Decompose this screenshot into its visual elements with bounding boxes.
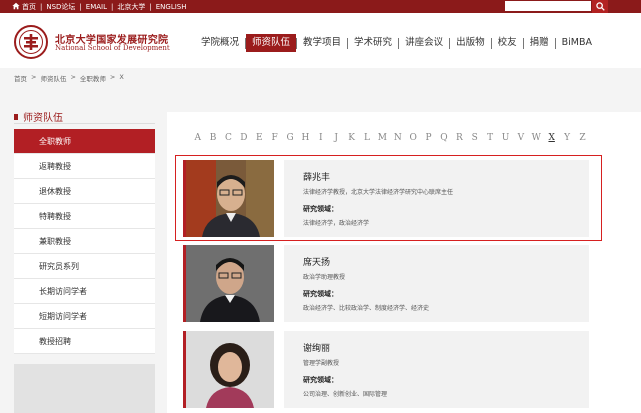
nav-research[interactable]: 学术研究 [348, 34, 398, 52]
faculty-info: 席天扬 政治学助理教授 研究领域： 政治经济学、比较政治学、制度经济学、经济史 [284, 245, 589, 322]
top-bar: 首页 | NSD论坛 | EMAIL | 北京大学 | ENGLISH [0, 0, 641, 13]
faculty-name[interactable]: 薛兆丰 [303, 170, 589, 183]
alpha-letter[interactable]: J [329, 133, 344, 143]
nav-events[interactable]: 讲座会议 [399, 34, 449, 52]
research-field-label: 研究领域： [303, 205, 338, 213]
alpha-letter[interactable]: I [313, 133, 328, 143]
alpha-letter[interactable]: K [344, 133, 359, 143]
sidebar-panel [14, 364, 155, 413]
alpha-letter[interactable]: W [529, 133, 544, 143]
alpha-letter[interactable]: A [190, 133, 205, 143]
faculty-info: 薛兆丰 法律经济学教授，北京大学法律经济学研究中心联席主任 研究领域： 法律经济… [284, 160, 589, 237]
faculty-photo[interactable] [186, 245, 274, 322]
site-header: 北京大学国家发展研究院 National School of Developme… [0, 13, 641, 68]
sidebar-item-short-visiting[interactable]: 短期访问学者 [14, 304, 155, 329]
sidebar-item-distinguished[interactable]: 特聘教授 [14, 204, 155, 229]
alpha-letter[interactable]: V [513, 133, 528, 143]
sidebar-item-researchers[interactable]: 研究员系列 [14, 254, 155, 279]
nav-publications[interactable]: 出版物 [450, 34, 491, 52]
sidebar-menu: 全职教师 返聘教授 退休教授 特聘教授 兼职教授 研究员系列 长期访问学者 短期… [14, 129, 155, 354]
alpha-letter[interactable]: T [482, 133, 497, 143]
alpha-letter[interactable]: O [405, 133, 420, 143]
breadcrumb-letter: X [119, 73, 124, 81]
faculty-photo[interactable] [186, 160, 274, 237]
sidebar-title: 师资队伍 [14, 109, 63, 124]
faculty-card[interactable]: 席天扬 政治学助理教授 研究领域： 政治经济学、比较政治学、制度经济学、经济史 [183, 245, 589, 322]
alpha-letter[interactable]: G [282, 133, 297, 143]
top-link-pku[interactable]: 北京大学 [117, 2, 145, 12]
home-icon[interactable] [12, 2, 20, 10]
research-field-label: 研究领域： [303, 290, 338, 298]
breadcrumb-separator: > [109, 73, 116, 81]
alpha-letter[interactable]: H [298, 133, 313, 143]
faculty-title: 管理学副教授 [303, 360, 340, 367]
sidebar-item-adjunct[interactable]: 兼职教授 [14, 229, 155, 254]
alpha-letter[interactable]: Z [575, 133, 590, 143]
alpha-letter[interactable]: M [375, 133, 390, 143]
research-field: 公司治理、创新创业、国际管理 [303, 391, 388, 398]
top-link-home[interactable]: 首页 [22, 2, 36, 12]
nav-programs[interactable]: 教学项目 [297, 34, 347, 52]
alpha-letter[interactable]: S [467, 133, 482, 143]
sidebar-item-rehired[interactable]: 返聘教授 [14, 154, 155, 179]
faculty-name[interactable]: 席天扬 [303, 255, 589, 268]
main-nav: 学院概况 师资队伍 教学项目 学术研究 讲座会议 出版物 校友 捐赠 BiMBA [195, 33, 598, 53]
research-field-label: 研究领域： [303, 376, 338, 384]
research-field: 政治经济学、比较政治学、制度经济学、经济史 [303, 305, 430, 312]
nav-alumni[interactable]: 校友 [492, 34, 523, 52]
separator: | [111, 3, 114, 11]
search-icon [595, 2, 605, 11]
sidebar-item-recruitment[interactable]: 教授招聘 [14, 329, 155, 354]
top-link-english[interactable]: ENGLISH [156, 3, 187, 11]
breadcrumb-separator: > [70, 73, 76, 81]
breadcrumb-fulltime[interactable]: 全职教师 [80, 73, 106, 83]
breadcrumb-home[interactable]: 首页 [14, 73, 27, 83]
separator: | [149, 3, 152, 11]
alpha-letter-selected[interactable]: X [544, 133, 559, 143]
sidebar-item-fulltime[interactable]: 全职教师 [14, 129, 155, 154]
title-marker [14, 113, 18, 120]
alpha-letter[interactable]: N [390, 133, 405, 143]
alpha-letter[interactable]: L [359, 133, 374, 143]
alpha-letter[interactable]: R [452, 133, 467, 143]
faculty-title: 法律经济学教授，北京大学法律经济学研究中心联席主任 [303, 189, 454, 196]
faculty-title: 政治学助理教授 [303, 274, 346, 281]
breadcrumb-faculty[interactable]: 师资队伍 [40, 73, 66, 83]
search-button[interactable] [592, 0, 608, 13]
sidebar-title-text: 师资队伍 [23, 113, 63, 124]
separator: | [40, 3, 43, 11]
faculty-name[interactable]: 谢绚丽 [303, 341, 589, 354]
alpha-letter[interactable]: F [267, 133, 282, 143]
alpha-letter[interactable]: Y [559, 133, 574, 143]
nav-donate[interactable]: 捐赠 [524, 34, 555, 52]
sidebar-item-retired[interactable]: 退休教授 [14, 179, 155, 204]
nav-about[interactable]: 学院概况 [195, 34, 245, 52]
faculty-card[interactable]: 谢绚丽 管理学副教授 研究领域： 公司治理、创新创业、国际管理 [183, 331, 589, 408]
sidebar-item-long-visiting[interactable]: 长期访问学者 [14, 279, 155, 304]
faculty-photo[interactable] [186, 331, 274, 408]
alphabet-filter: A B C D E F G H I J K L M N O P Q R S T … [190, 133, 590, 143]
research-field: 法律经济学，政治经济学 [303, 220, 370, 227]
alpha-letter[interactable]: Q [436, 133, 451, 143]
divider [14, 123, 155, 124]
alpha-letter[interactable]: E [252, 133, 267, 143]
nav-faculty[interactable]: 师资队伍 [246, 34, 297, 52]
breadcrumb: 首页 > 师资队伍 > 全职教师 > X [14, 73, 124, 83]
alpha-letter[interactable]: U [498, 133, 513, 143]
faculty-card[interactable]: 薛兆丰 法律经济学教授，北京大学法律经济学研究中心联席主任 研究领域： 法律经济… [183, 160, 589, 237]
logo-english-name: National School of Development [55, 44, 170, 52]
nav-bimba[interactable]: BiMBA [556, 34, 598, 52]
top-link-nsd-forum[interactable]: NSD论坛 [46, 2, 75, 12]
alpha-letter[interactable]: P [421, 133, 436, 143]
breadcrumb-separator: > [31, 73, 37, 81]
pku-seal-logo[interactable] [14, 25, 48, 59]
top-link-email[interactable]: EMAIL [86, 3, 107, 11]
alpha-letter[interactable]: C [221, 133, 236, 143]
faculty-info: 谢绚丽 管理学副教授 研究领域： 公司治理、创新创业、国际管理 [284, 331, 589, 408]
separator: | [79, 3, 82, 11]
alpha-letter[interactable]: D [236, 133, 251, 143]
alpha-letter[interactable]: B [205, 133, 220, 143]
search-input[interactable] [505, 1, 591, 11]
